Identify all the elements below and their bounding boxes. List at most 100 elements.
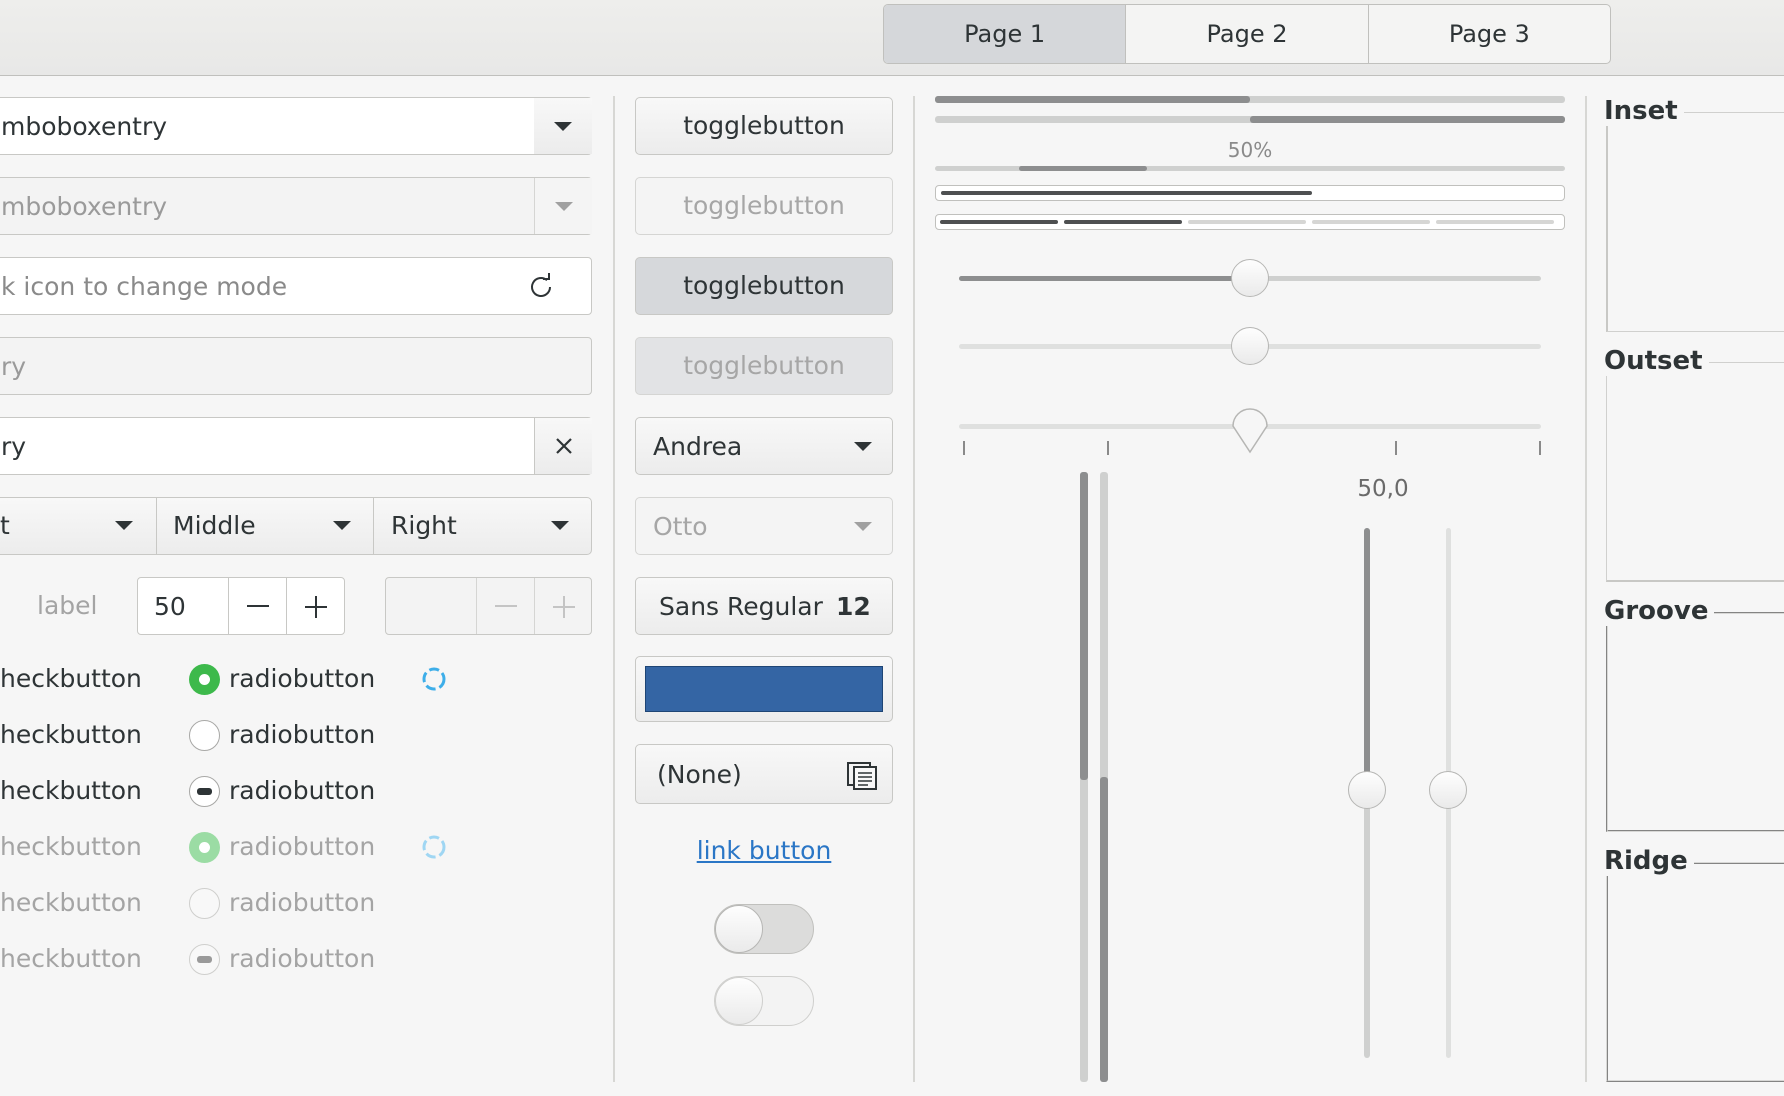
combo-middle[interactable]: Middle — [157, 497, 373, 555]
combobox-entry-disabled: mboboxentry — [0, 177, 592, 235]
switch-1[interactable] — [714, 904, 814, 954]
frame-ridge-title: Ridge — [1604, 846, 1694, 876]
checkbutton-5-disabled: heckbutton — [0, 888, 142, 917]
spin-label: label — [37, 591, 98, 620]
combo-middle-label: Middle — [173, 511, 256, 540]
spin-increment-button[interactable] — [286, 578, 344, 634]
checkbutton-2[interactable]: heckbutton — [0, 720, 142, 749]
chevron-down-icon — [551, 521, 569, 530]
progress-bar-3 — [935, 166, 1565, 171]
combo-left[interactable]: t — [0, 497, 156, 555]
tab-page-1[interactable]: Page 1 — [884, 5, 1127, 63]
level-segment — [940, 220, 1058, 224]
radio-checked-icon[interactable] — [189, 664, 220, 695]
combo-otto-disabled: Otto — [635, 497, 893, 555]
combo-andrea[interactable]: Andrea — [635, 417, 893, 475]
chevron-down-icon — [115, 521, 133, 530]
checkbutton-3[interactable]: heckbutton — [0, 776, 142, 805]
close-icon — [556, 438, 572, 454]
link-button[interactable]: link button — [635, 836, 893, 865]
scale-mark — [1395, 441, 1397, 455]
document-icon — [847, 762, 877, 790]
radio-checked-disabled-icon — [189, 832, 220, 863]
scale-mark — [963, 441, 965, 455]
togglebutton-4-active-disabled: togglebutton — [635, 337, 893, 395]
togglebutton-1[interactable]: togglebutton — [635, 97, 893, 155]
checkbutton-1[interactable]: heckbutton — [0, 664, 142, 693]
level-bar — [935, 185, 1565, 201]
radiobutton-3[interactable]: radiobutton — [229, 776, 375, 805]
combobox-entry[interactable]: mboboxentry — [0, 97, 592, 155]
mode-entry[interactable]: k icon to change mode — [0, 257, 592, 315]
spin-decrement-disabled — [476, 578, 534, 634]
spinner-icon — [422, 667, 446, 691]
plus-icon — [305, 596, 327, 618]
combo-right-label: Right — [391, 511, 457, 540]
spin-decrement-button[interactable] — [228, 578, 286, 634]
scale-value-label: 50,0 — [1357, 476, 1409, 502]
chevron-down-icon — [554, 122, 572, 131]
file-chooser-button[interactable]: (None) — [635, 744, 893, 804]
togglebutton-2-disabled: togglebutton — [635, 177, 893, 235]
frame-outset-title: Outset — [1604, 346, 1709, 376]
frame-inset-title: Inset — [1604, 96, 1684, 126]
vertical-progress-2 — [1100, 472, 1108, 1082]
combo-andrea-label: Andrea — [653, 432, 743, 461]
radiobutton-1[interactable]: radiobutton — [229, 664, 375, 693]
combo-left-label: t — [0, 511, 10, 540]
tab-page-3[interactable]: Page 3 — [1369, 5, 1610, 63]
spin-value: 50 — [154, 592, 186, 621]
entry-disabled: ry — [0, 337, 592, 395]
clearable-entry[interactable]: ry — [0, 417, 592, 475]
spin-button-disabled — [385, 577, 592, 635]
vertical-progress-1 — [1080, 472, 1088, 1082]
frame-inset — [1606, 112, 1784, 332]
combo-right[interactable]: Right — [374, 497, 591, 555]
file-chooser-label: (None) — [657, 760, 742, 789]
separator — [613, 96, 615, 1082]
frame-groove — [1606, 612, 1784, 832]
font-button[interactable]: Sans Regular 12 — [635, 577, 893, 635]
chevron-down-icon — [333, 521, 351, 530]
clearable-entry-text: ry — [1, 432, 27, 461]
radio-mixed-disabled-icon — [189, 944, 220, 975]
separator — [1585, 96, 1587, 1082]
scale-1-slider[interactable] — [1231, 259, 1269, 297]
color-button[interactable] — [635, 656, 893, 722]
vertical-scale-2-slider[interactable] — [1429, 771, 1467, 809]
combobox-entry-text: mboboxentry — [1, 112, 168, 141]
separator — [913, 96, 915, 1082]
progress-text: 50% — [1227, 138, 1273, 162]
vertical-scale-1-slider[interactable] — [1348, 771, 1386, 809]
togglebutton-3-active[interactable]: togglebutton — [635, 257, 893, 315]
minus-icon — [247, 605, 269, 607]
spin-increment-disabled — [534, 578, 592, 634]
combobox-dropdown-button-disabled — [534, 178, 592, 234]
chevron-down-icon — [555, 202, 573, 211]
combobox-dropdown-button[interactable] — [534, 98, 592, 154]
radio-mixed-icon[interactable] — [189, 776, 220, 807]
minus-icon — [495, 605, 517, 607]
mode-entry-placeholder: k icon to change mode — [1, 272, 288, 301]
clear-button[interactable] — [534, 418, 592, 474]
refresh-icon[interactable] — [526, 272, 556, 302]
page-switcher: Page 1 Page 2 Page 3 — [883, 4, 1611, 64]
font-size: 12 — [836, 592, 871, 621]
entry-disabled-text: ry — [1, 352, 27, 381]
radiobutton-5-disabled: radiobutton — [229, 888, 376, 917]
chevron-down-icon — [854, 442, 872, 451]
spin-button[interactable]: 50 — [137, 577, 345, 635]
level-segment — [1188, 220, 1306, 224]
scale-2-slider[interactable] — [1231, 327, 1269, 365]
frame-outset — [1606, 362, 1784, 582]
level-segment — [1436, 220, 1554, 224]
chevron-down-icon — [854, 522, 872, 531]
radiobutton-6-disabled: radiobutton — [229, 944, 376, 973]
radiobutton-4-disabled: radiobutton — [229, 832, 376, 861]
radiobutton-2[interactable]: radiobutton — [229, 720, 375, 749]
scale-3-slider[interactable] — [1230, 408, 1270, 456]
spinner-disabled-icon — [422, 835, 446, 859]
tab-page-2[interactable]: Page 2 — [1126, 5, 1369, 63]
radio-unchecked-icon[interactable] — [189, 720, 220, 751]
progress-bar-1 — [935, 96, 1565, 103]
